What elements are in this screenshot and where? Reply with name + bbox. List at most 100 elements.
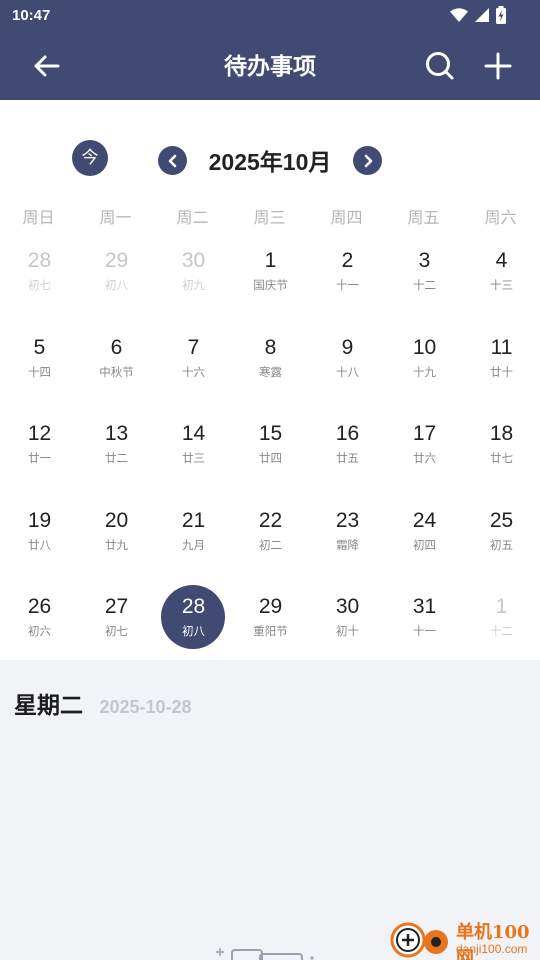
day-number: 11: [490, 335, 513, 359]
lunar-date: 初八: [182, 626, 205, 638]
calendar-day[interactable]: 31 十一: [386, 591, 463, 661]
calendar-day[interactable]: 29 初八: [78, 245, 155, 315]
calendar-day[interactable]: 4 十三: [463, 245, 540, 315]
plus-icon: [484, 52, 512, 80]
calendar-day[interactable]: 3 十二: [386, 245, 463, 315]
status-time: 10:47: [12, 7, 51, 24]
lunar-date: 十九: [413, 366, 436, 379]
lunar-date: 廿二: [105, 453, 128, 465]
calendar-day[interactable]: 6 中秋节: [78, 332, 155, 402]
lunar-date: 廿六: [413, 453, 436, 465]
today-button[interactable]: 今: [72, 140, 108, 176]
day-number: 28: [27, 249, 52, 272]
lunar-date: 廿八: [28, 539, 51, 552]
calendar: 今 2025年10月 周日 周一 周二 周三 周四 周五 周六 28 初七 29 初八…: [0, 100, 540, 660]
day-number: 18: [489, 422, 514, 445]
lunar-date: 十一: [336, 280, 359, 292]
lunar-date: 初六: [28, 626, 51, 638]
calendar-day[interactable]: 30 初十: [309, 591, 386, 661]
calendar-day[interactable]: 7 十六: [155, 332, 232, 402]
calendar-day[interactable]: 17 廿六: [386, 418, 463, 488]
day-number: 13: [104, 422, 129, 445]
calendar-day[interactable]: 1 国庆节: [232, 245, 309, 315]
day-number: 6: [110, 335, 123, 359]
day-number: 1: [264, 249, 277, 272]
calendar-day[interactable]: 22 初二: [232, 505, 309, 575]
calendar-day[interactable]: 21 九月: [155, 505, 232, 575]
search-icon: [426, 52, 454, 80]
calendar-day[interactable]: 1 十二: [463, 591, 540, 661]
calendar-day[interactable]: 10 十九: [386, 332, 463, 402]
add-button[interactable]: [478, 46, 518, 86]
day-number: 8: [264, 335, 277, 359]
back-button[interactable]: [26, 46, 66, 86]
day-number: 2: [341, 249, 354, 272]
calendar-day[interactable]: 18 廿七: [463, 418, 540, 488]
lunar-date: 十一: [413, 626, 436, 638]
prev-month-button[interactable]: [158, 146, 187, 175]
calendar-day[interactable]: 19 廿八: [1, 505, 78, 575]
day-number: 1: [495, 595, 508, 618]
toolbar: 待办事项: [0, 32, 540, 100]
weekday-label: 周五: [407, 210, 440, 227]
day-number: 22: [258, 508, 283, 532]
calendar-day[interactable]: 11 廿十: [463, 332, 540, 402]
lunar-date: 十二: [413, 280, 436, 292]
day-number: 10: [412, 335, 437, 359]
calendar-day[interactable]: 8 寒露: [232, 332, 309, 402]
selected-date: 2025-10-28: [99, 697, 192, 717]
lunar-date: 廿九: [105, 539, 128, 552]
day-number: 29: [258, 595, 283, 618]
selected-day-header: 星期二 2025-10-28: [14, 686, 514, 718]
search-button[interactable]: [420, 46, 460, 86]
day-number: 17: [412, 422, 437, 445]
calendar-day[interactable]: 23 霜降: [309, 505, 386, 575]
weekday-label: 周六: [484, 210, 517, 227]
lunar-date: 中秋节: [99, 366, 134, 379]
lunar-date: 廿四: [259, 453, 282, 465]
day-number: 16: [335, 422, 360, 445]
day-number: 29: [104, 249, 129, 272]
signal-icon: [475, 8, 489, 22]
calendar-day[interactable]: 16 廿五: [309, 418, 386, 488]
watermark-url: danji100.com: [456, 942, 528, 956]
calendar-day[interactable]: 24 初四: [386, 505, 463, 575]
calendar-day[interactable]: 29 重阳节: [232, 591, 309, 661]
calendar-day-selected[interactable]: 28 初八: [155, 585, 232, 661]
calendar-day[interactable]: 25 初五: [463, 505, 540, 575]
lunar-date: 十三: [490, 280, 513, 292]
calendar-day[interactable]: 27 初七: [78, 591, 155, 661]
calendar-day[interactable]: 9 十八: [309, 332, 386, 402]
calendar-day[interactable]: 28 初七: [1, 245, 78, 315]
lunar-date: 国庆节: [253, 280, 288, 292]
weekday-label: 周一: [99, 210, 132, 227]
chevron-left-icon: [168, 154, 176, 167]
calendar-day[interactable]: 26 初六: [1, 591, 78, 661]
calendar-day[interactable]: 12 廿一: [1, 418, 78, 488]
wifi-icon: [450, 7, 468, 22]
day-number: 15: [258, 422, 283, 445]
calendar-day[interactable]: 14 廿三: [155, 418, 232, 488]
lunar-date: 廿七: [490, 453, 513, 465]
calendar-day[interactable]: 15 廿四: [232, 418, 309, 488]
day-number: 9: [341, 335, 354, 359]
day-number: 31: [412, 595, 437, 618]
lunar-date: 初二: [259, 539, 282, 552]
lunar-date: 初五: [490, 539, 513, 552]
lunar-date: 十二: [490, 626, 513, 638]
next-month-button[interactable]: [353, 146, 382, 175]
selected-weekday: 星期二: [14, 692, 83, 718]
lunar-date: 廿五: [336, 453, 359, 465]
calendar-day[interactable]: 20 廿九: [78, 505, 155, 575]
calendar-day[interactable]: 2 十一: [309, 245, 386, 315]
weekday-header: 周日 周一 周二 周三 周四 周五 周六: [0, 204, 540, 228]
lunar-date: 初九: [182, 280, 205, 292]
status-icons: [450, 6, 506, 24]
calendar-day[interactable]: 13 廿二: [78, 418, 155, 488]
lunar-date: 廿三: [182, 453, 205, 465]
lunar-date: 寒露: [259, 366, 282, 379]
calendar-day[interactable]: 5 十四: [1, 332, 78, 402]
day-number: 5: [33, 335, 46, 359]
calendar-day[interactable]: 30 初九: [155, 245, 232, 315]
lunar-date: 九月: [182, 539, 205, 552]
